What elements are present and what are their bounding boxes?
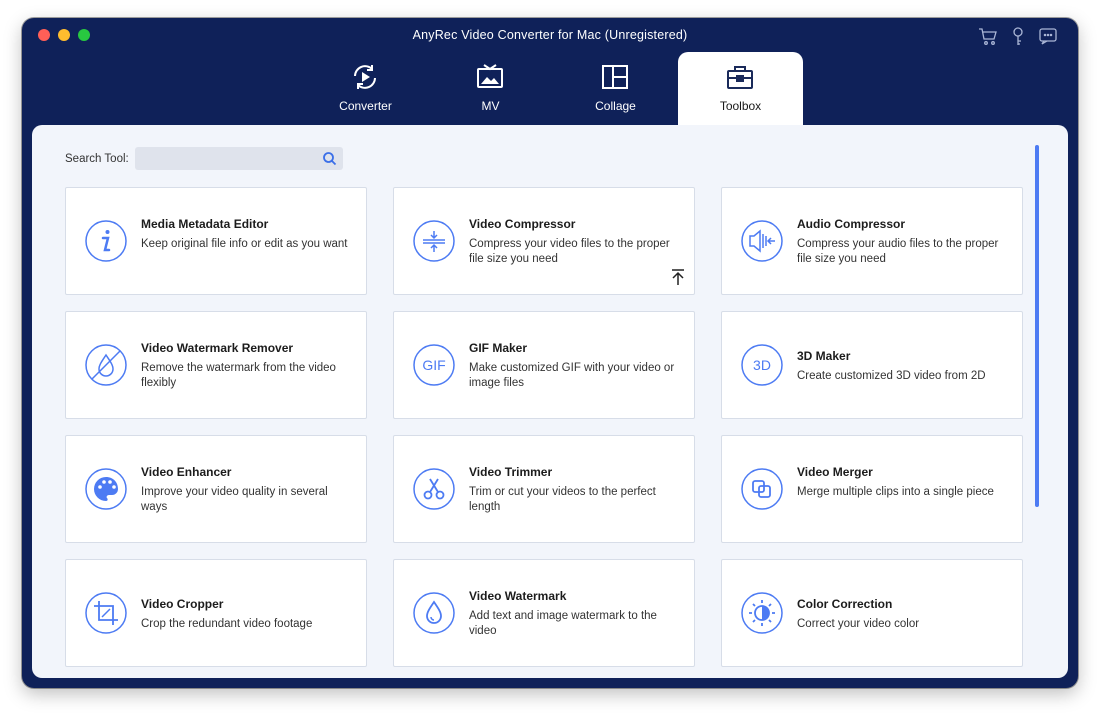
gif-icon: GIF (412, 343, 456, 387)
tool-name: Video Watermark Remover (141, 341, 294, 355)
tool-card-video-trimmer[interactable]: Video Trimmer Trim or cut your videos to… (393, 435, 695, 543)
tool-desc: Trim or cut your videos to the perfect l… (469, 486, 656, 513)
app-window: AnyRec Video Converter for Mac (Unregist… (22, 18, 1078, 688)
tab-label: Collage (595, 99, 636, 113)
tab-mv[interactable]: MV (428, 52, 553, 125)
converter-icon (350, 62, 380, 92)
tool-desc: Add text and image watermark to the vide… (469, 610, 657, 637)
color-correction-icon (740, 591, 784, 635)
tool-desc: Correct your video color (797, 618, 920, 630)
audio-compress-icon (740, 219, 784, 263)
tool-card-video-cropper[interactable]: Video Cropper Crop the redundant video f… (65, 559, 367, 667)
top-right-toolbar (978, 26, 1058, 46)
watermark-icon (412, 591, 456, 635)
tab-collage[interactable]: Collage (553, 52, 678, 125)
merge-icon (740, 467, 784, 511)
toolbox-icon (725, 62, 755, 92)
compress-icon (412, 219, 456, 263)
pin-to-top-icon[interactable] (670, 268, 686, 286)
scrollbar[interactable] (1035, 145, 1039, 507)
search-input[interactable] (134, 147, 327, 168)
tool-card-gif-maker[interactable]: GIF GIF Maker Make customized GIF with y… (393, 311, 695, 419)
collage-icon (600, 62, 630, 92)
tab-label: Toolbox (719, 99, 762, 113)
window-title: AnyRec Video Converter for Mac (Unregist… (412, 28, 688, 42)
tool-desc: Keep original file info or edit as you w… (141, 238, 348, 250)
search-label: Search Tool: (65, 152, 129, 165)
tool-name: Video Trimmer (469, 465, 553, 479)
tool-name: Video Compressor (469, 217, 576, 231)
tool-desc: Remove the watermark from the video flex… (141, 362, 336, 389)
tool-desc: Improve your video quality in several wa… (141, 486, 328, 513)
tool-desc: Create customized 3D video from 2D (797, 370, 986, 382)
tool-name: Video Merger (797, 465, 873, 479)
svg-text:3D: 3D (753, 357, 771, 373)
tool-desc: Merge multiple clips into a single piece (797, 486, 994, 498)
toolbox-panel: Search Tool: Media Metadata Editor Keep … (32, 125, 1068, 678)
search-tool: Search Tool: (65, 147, 343, 170)
tool-card-color-correction[interactable]: Color Correction Correct your video colo… (721, 559, 1023, 667)
feedback-icon[interactable] (1038, 26, 1058, 46)
tool-name: Media Metadata Editor (141, 217, 269, 231)
mv-icon (475, 62, 505, 92)
tool-card-video-watermark-remover[interactable]: Video Watermark Remover Remove the water… (65, 311, 367, 419)
tool-card-3d-maker[interactable]: 3D 3D Maker Create customized 3D video f… (721, 311, 1023, 419)
tab-toolbox[interactable]: Toolbox (678, 52, 803, 125)
tool-name: Audio Compressor (797, 217, 906, 231)
watermark-remove-icon (84, 343, 128, 387)
search-box (134, 147, 343, 170)
scissors-icon (412, 467, 456, 511)
tool-card-video-watermark[interactable]: Video Watermark Add text and image water… (393, 559, 695, 667)
3d-icon: 3D (740, 343, 784, 387)
tool-card-video-merger[interactable]: Video Merger Merge multiple clips into a… (721, 435, 1023, 543)
main-tabs: Converter MV Collage Toolbox (303, 52, 803, 125)
svg-text:GIF: GIF (422, 357, 445, 373)
tool-name: 3D Maker (797, 349, 851, 363)
crop-icon (84, 591, 128, 635)
search-icon[interactable] (322, 151, 337, 166)
tool-desc: Make customized GIF with your video or i… (469, 362, 675, 389)
cart-icon[interactable] (978, 26, 998, 46)
tab-label: MV (481, 99, 500, 113)
info-icon (84, 219, 128, 263)
tool-card-media-metadata-editor[interactable]: Media Metadata Editor Keep original file… (65, 187, 367, 295)
tool-card-video-enhancer[interactable]: Video Enhancer Improve your video qualit… (65, 435, 367, 543)
tool-name: Video Watermark (469, 589, 567, 603)
tool-name: GIF Maker (469, 341, 528, 355)
key-icon[interactable] (1008, 26, 1028, 46)
tab-label: Converter (339, 99, 392, 113)
tool-desc: Crop the redundant video footage (141, 618, 313, 630)
tool-name: Color Correction (797, 597, 893, 611)
tool-desc: Compress your audio files to the proper … (797, 238, 999, 265)
palette-icon (84, 467, 128, 511)
tool-name: Video Enhancer (141, 465, 232, 479)
tool-desc: Compress your video files to the proper … (469, 238, 670, 265)
tool-name: Video Cropper (141, 597, 224, 611)
tool-card-video-compressor[interactable]: Video Compressor Compress your video fil… (393, 187, 695, 295)
tab-converter[interactable]: Converter (303, 52, 428, 125)
tool-card-audio-compressor[interactable]: Audio Compressor Compress your audio fil… (721, 187, 1023, 295)
